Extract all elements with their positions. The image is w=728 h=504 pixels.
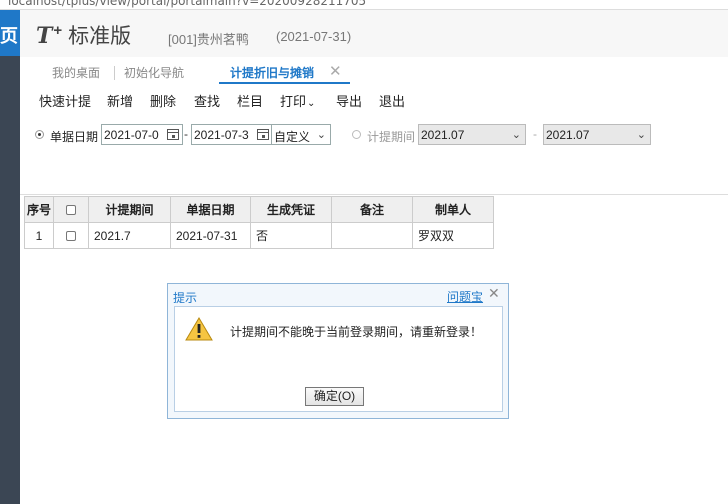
col-voucher: 生成凭证 xyxy=(250,196,332,223)
exit-button[interactable]: 退出 xyxy=(379,91,405,110)
range-select[interactable]: 自定义 ⌄ xyxy=(271,124,331,145)
tab-close-icon[interactable]: ✕ xyxy=(329,62,342,80)
calendar-icon[interactable] xyxy=(167,129,179,140)
date-range-dash: - xyxy=(184,127,188,141)
col-note: 备注 xyxy=(331,196,413,223)
table-header-row: 序号 计提期间 单据日期 生成凭证 备注 制单人 xyxy=(24,196,494,223)
new-button[interactable]: 新增 xyxy=(107,91,133,110)
toolbar: 快速计提 新增 删除 查找 栏目 打印⌄ 导出 退出 xyxy=(20,88,728,112)
columns-button[interactable]: 栏目 xyxy=(237,91,263,110)
export-button[interactable]: 导出 xyxy=(336,91,362,110)
chevron-down-icon: ⌄ xyxy=(511,129,521,141)
date-label: 单据日期 xyxy=(50,130,99,144)
cell-note xyxy=(331,222,413,249)
checkbox[interactable] xyxy=(66,231,76,242)
help-link[interactable]: 问题宝 xyxy=(447,288,483,305)
col-seq: 序号 xyxy=(24,196,54,223)
dialog-body: 计提期间不能晚于当前登录期间，请重新登录！ 确定(O) xyxy=(174,306,503,412)
period-range-dash: - xyxy=(533,127,537,141)
edition-label: 标准版 xyxy=(68,25,132,48)
chevron-down-icon: ⌄ xyxy=(636,129,646,141)
date-radio[interactable] xyxy=(35,130,44,139)
period-label: 计提期间 xyxy=(367,130,416,144)
browser-address-bar[interactable]: localhost/tplus/view/portal/portalmain?v… xyxy=(0,0,728,10)
sidebar-home[interactable]: 页 xyxy=(0,10,20,56)
find-button[interactable]: 查找 xyxy=(194,91,220,110)
delete-button[interactable]: 删除 xyxy=(150,91,176,110)
cell-maker: 罗双双 xyxy=(412,222,494,249)
tab-separator xyxy=(114,66,115,80)
cell-seq: 1 xyxy=(24,222,54,249)
cell-date: 2021-07-31 xyxy=(170,222,251,249)
product-logo: T + 标准版 xyxy=(36,22,132,49)
dialog-message: 计提期间不能晚于当前登录期间，请重新登录！ xyxy=(230,325,483,339)
left-sidebar: 页 xyxy=(0,10,20,504)
filter-bar: 单据日期 2021-07-0 - 2021-07-3 自定义 ⌄ 计提期间 20… xyxy=(20,122,728,152)
sidebar-home-label: 页 xyxy=(0,26,18,46)
col-date: 单据日期 xyxy=(170,196,251,223)
divider xyxy=(20,194,728,195)
app-window: T + 标准版 [001]贵州茗鸭 (2021-07-31) 我的桌面 初始化导… xyxy=(20,10,728,504)
calendar-icon[interactable] xyxy=(257,129,269,140)
cell-period: 2021.7 xyxy=(88,222,171,249)
period-from-select[interactable]: 2021.07 ⌄ xyxy=(418,124,526,145)
period-to-select[interactable]: 2021.07 ⌄ xyxy=(543,124,651,145)
period-radio[interactable] xyxy=(352,130,361,139)
col-select-all[interactable] xyxy=(53,196,89,223)
ok-button[interactable]: 确定(O) xyxy=(305,387,364,406)
cell-voucher: 否 xyxy=(250,222,332,249)
table-row[interactable]: 1 2021.7 2021-07-31 否 罗双双 xyxy=(24,222,494,249)
dialog-title: 提示 xyxy=(173,291,198,305)
print-button[interactable]: 打印⌄ xyxy=(280,91,315,110)
warning-icon xyxy=(185,317,213,341)
app-header: T + 标准版 [001]贵州茗鸭 (2021-07-31) xyxy=(20,10,728,57)
chevron-down-icon: ⌄ xyxy=(316,129,326,141)
company-label: [001]贵州茗鸭 xyxy=(168,32,249,47)
depreciation-table: 序号 计提期间 单据日期 生成凭证 备注 制单人 1 2021.7 2021-0… xyxy=(24,196,494,249)
checkbox[interactable] xyxy=(66,205,76,216)
tab-bar: 我的桌面 初始化导航 计提折旧与摊销 ✕ xyxy=(20,58,728,86)
tab-depreciation[interactable]: 计提折旧与摊销 xyxy=(230,64,314,81)
cell-select[interactable] xyxy=(53,222,89,249)
close-icon[interactable]: ✕ xyxy=(488,285,500,302)
address-text: localhost/tplus/view/portal/portalmain?v… xyxy=(8,0,367,8)
quick-accrue-button[interactable]: 快速计提 xyxy=(39,91,91,110)
col-period: 计提期间 xyxy=(88,196,171,223)
tab-desktop[interactable]: 我的桌面 xyxy=(52,64,100,81)
alert-dialog: 提示 问题宝 ✕ 计提期间不能晚于当前登录期间，请重新登录！ 确定(O) xyxy=(167,283,509,419)
chevron-down-icon: ⌄ xyxy=(307,98,316,109)
tab-init-nav[interactable]: 初始化导航 xyxy=(124,64,184,81)
active-tab-indicator xyxy=(219,82,350,84)
col-maker: 制单人 xyxy=(412,196,494,223)
login-date: (2021-07-31) xyxy=(276,29,352,44)
